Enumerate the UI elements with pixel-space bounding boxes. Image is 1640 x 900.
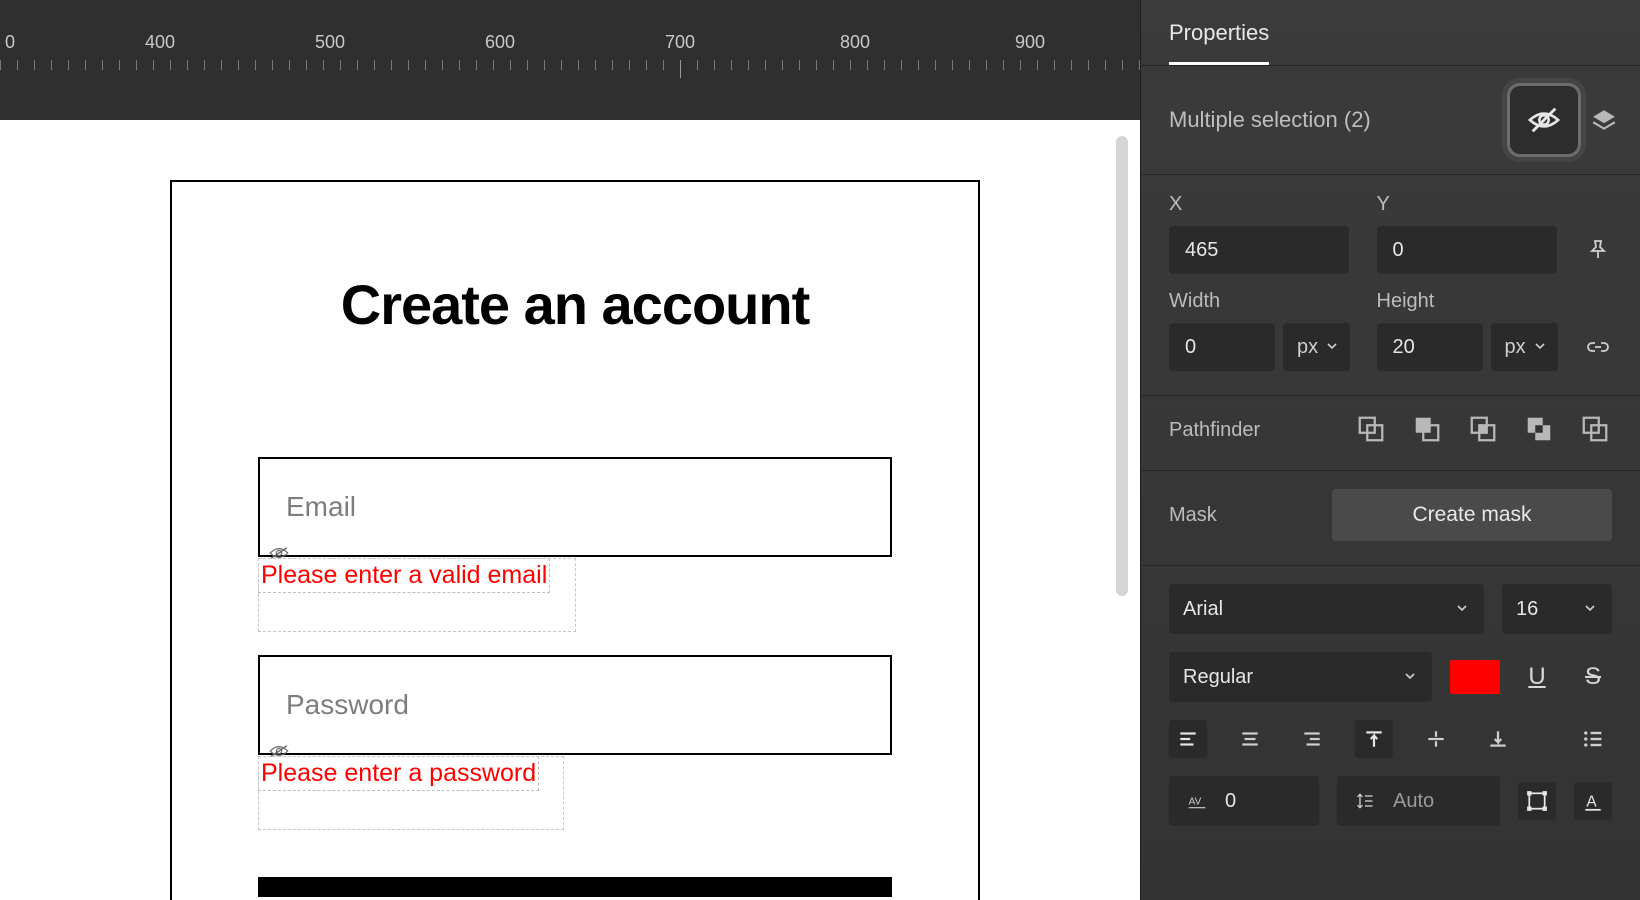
svg-text:A: A <box>1586 794 1597 811</box>
chevron-down-icon <box>1584 602 1598 616</box>
chevron-down-icon <box>1326 340 1340 354</box>
selection-row: Multiple selection (2) <box>1141 66 1640 175</box>
height-unit-select[interactable]: px <box>1491 323 1558 371</box>
pathfinder-exclude-icon[interactable] <box>1524 414 1556 446</box>
ruler-label: 0 <box>5 32 15 53</box>
ruler-label: 800 <box>840 32 870 53</box>
pathfinder-intersect-icon[interactable] <box>1468 414 1500 446</box>
signup-frame[interactable]: Create an account Email Please enter a v… <box>170 180 980 900</box>
text-align-right-icon[interactable] <box>1293 720 1331 758</box>
vertical-align-middle-icon[interactable] <box>1417 720 1455 758</box>
height-label: Height <box>1377 290 1567 313</box>
x-input[interactable]: 465 <box>1169 226 1349 274</box>
vertical-align-top-icon[interactable] <box>1355 720 1393 758</box>
typography-section: Arial 16 Regular U S <box>1141 566 1640 850</box>
text-bounds-icon[interactable] <box>1518 782 1556 820</box>
app-root: 0 400 500 600 700 800 900 Create an acco… <box>0 0 1640 900</box>
email-placeholder: Email <box>286 491 356 523</box>
font-weight-select[interactable]: Regular <box>1169 652 1432 702</box>
frame-title: Create an account <box>258 272 892 337</box>
y-label: Y <box>1377 193 1567 216</box>
selection-label: Multiple selection (2) <box>1169 107 1371 133</box>
canvas-area[interactable]: 0 400 500 600 700 800 900 Create an acco… <box>0 0 1140 900</box>
panel-tabs: Properties <box>1141 0 1640 66</box>
chevron-down-icon <box>1456 602 1470 616</box>
create-mask-button[interactable]: Create mask <box>1332 489 1612 541</box>
text-align-left-icon[interactable] <box>1169 720 1207 758</box>
ruler-label: 700 <box>665 32 695 53</box>
pathfinder-label: Pathfinder <box>1169 419 1260 442</box>
hidden-eye-icon <box>268 546 290 560</box>
underline-button[interactable]: U <box>1518 658 1556 696</box>
password-input[interactable]: Password <box>258 655 892 755</box>
email-error-text[interactable]: Please enter a valid email <box>258 558 550 593</box>
width-unit-select[interactable]: px <box>1283 323 1350 371</box>
letter-spacing-input[interactable]: AV 0 <box>1169 776 1319 826</box>
width-label: Width <box>1169 290 1359 313</box>
height-input[interactable]: 20 <box>1377 323 1483 371</box>
letter-spacing-icon: AV <box>1183 787 1211 815</box>
hidden-eye-icon <box>268 744 290 758</box>
pathfinder-divide-icon[interactable] <box>1580 414 1612 446</box>
scrollbar[interactable] <box>1116 136 1128 596</box>
text-color-swatch[interactable] <box>1450 660 1500 694</box>
ruler-label: 900 <box>1015 32 1045 53</box>
properties-panel: Properties Multiple selection (2) X 465 <box>1140 0 1640 900</box>
mask-section: Mask Create mask <box>1141 471 1640 566</box>
width-input[interactable]: 0 <box>1169 323 1275 371</box>
password-placeholder: Password <box>286 689 409 721</box>
chevron-down-icon <box>1534 340 1548 354</box>
text-align-center-icon[interactable] <box>1231 720 1269 758</box>
font-family-select[interactable]: Arial <box>1169 584 1484 634</box>
vertical-align-bottom-icon[interactable] <box>1479 720 1517 758</box>
ruler-label: 500 <box>315 32 345 53</box>
pathfinder-section: Pathfinder <box>1141 396 1640 471</box>
chevron-down-icon <box>1404 670 1418 684</box>
pathfinder-subtract-icon[interactable] <box>1412 414 1444 446</box>
pathfinder-union-icon[interactable] <box>1356 414 1388 446</box>
artboard[interactable]: Create an account Email Please enter a v… <box>0 120 1140 900</box>
strikethrough-button[interactable]: S <box>1574 658 1612 696</box>
pin-icon[interactable] <box>1584 236 1612 264</box>
link-dimensions-icon[interactable] <box>1584 333 1612 361</box>
list-icon[interactable] <box>1574 720 1612 758</box>
layers-icon[interactable] <box>1590 106 1618 134</box>
line-height-input[interactable]: Auto <box>1337 776 1500 826</box>
ruler-label: 400 <box>145 32 175 53</box>
tab-properties[interactable]: Properties <box>1169 0 1269 65</box>
ruler: 0 400 500 600 700 800 900 <box>0 0 1140 120</box>
x-label: X <box>1169 193 1359 216</box>
font-size-select[interactable]: 16 <box>1502 584 1612 634</box>
toggle-visibility-button[interactable] <box>1510 86 1578 154</box>
ruler-label: 600 <box>485 32 515 53</box>
mask-label: Mask <box>1169 504 1217 527</box>
email-input[interactable]: Email <box>258 457 892 557</box>
svg-text:AV: AV <box>1189 796 1202 807</box>
submit-button[interactable] <box>258 877 892 897</box>
text-case-icon[interactable]: A <box>1574 782 1612 820</box>
y-input[interactable]: 0 <box>1377 226 1557 274</box>
password-error-text[interactable]: Please enter a password <box>258 756 539 791</box>
position-section: X 465 Y 0 Width 0 px <box>1141 175 1640 396</box>
line-height-icon <box>1351 787 1379 815</box>
